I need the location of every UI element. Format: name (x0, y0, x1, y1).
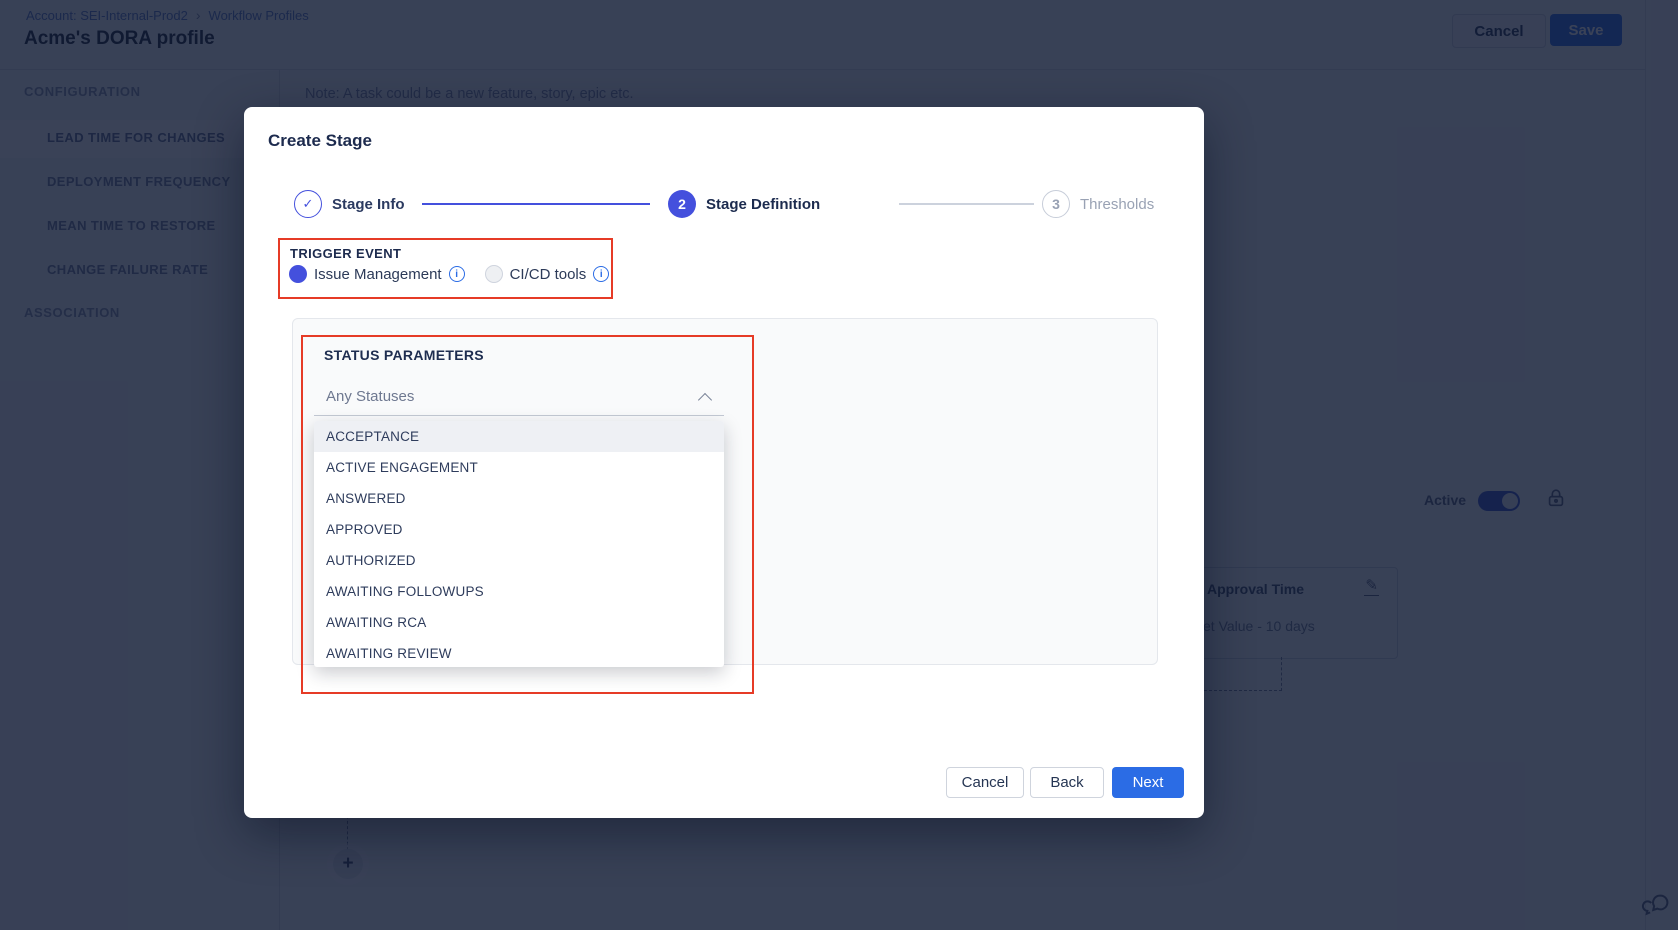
radio-cicd-tools[interactable]: CI/CD tools i (485, 265, 610, 283)
dropdown-option-acceptance[interactable]: ACCEPTANCE (314, 421, 724, 452)
modal-cancel-button[interactable]: Cancel (946, 767, 1024, 798)
dropdown-option-answered[interactable]: ANSWERED (314, 483, 724, 514)
radio-issue-management[interactable]: Issue Management i (289, 265, 465, 283)
chevron-up-icon (698, 393, 712, 407)
dropdown-option-awaiting-rca[interactable]: AWAITING RCA (314, 607, 724, 638)
trigger-event-heading: TRIGGER EVENT (290, 246, 401, 261)
modal-title: Create Stage (268, 131, 372, 151)
step-stage-info[interactable]: ✓ Stage Info (294, 190, 405, 218)
step-stage-definition[interactable]: 2 Stage Definition (668, 190, 820, 218)
dropdown-option-awaiting-review[interactable]: AWAITING REVIEW (314, 638, 724, 667)
dropdown-option-authorized[interactable]: AUTHORIZED (314, 545, 724, 576)
trigger-event-radio-group: Issue Management i CI/CD tools i (289, 265, 609, 283)
info-icon[interactable]: i (449, 266, 465, 282)
step-stage-info-label: Stage Info (332, 196, 405, 213)
radio-selected-icon (289, 265, 307, 283)
stepper-connector-active (422, 203, 650, 205)
statuses-select[interactable]: Any Statuses (314, 379, 724, 416)
modal-next-button[interactable]: Next (1112, 767, 1184, 798)
status-parameters-heading: STATUS PARAMETERS (324, 347, 484, 363)
stepper-connector-inactive (899, 203, 1034, 205)
step-2-badge: 2 (668, 190, 696, 218)
statuses-dropdown: ACCEPTANCE ACTIVE ENGAGEMENT ANSWERED AP… (314, 421, 724, 667)
step-3-badge: 3 (1042, 190, 1070, 218)
create-stage-modal: Create Stage ✓ Stage Info 2 Stage Defini… (244, 107, 1204, 818)
step-stage-definition-label: Stage Definition (706, 196, 820, 213)
radio-cicd-tools-label: CI/CD tools (510, 266, 587, 283)
dropdown-option-approved[interactable]: APPROVED (314, 514, 724, 545)
statuses-select-value: Any Statuses (326, 388, 414, 405)
modal-back-button[interactable]: Back (1030, 767, 1104, 798)
radio-unselected-icon (485, 265, 503, 283)
dropdown-option-awaiting-followups[interactable]: AWAITING FOLLOWUPS (314, 576, 724, 607)
info-icon[interactable]: i (593, 266, 609, 282)
step-check-icon: ✓ (294, 190, 322, 218)
step-thresholds[interactable]: 3 Thresholds (1042, 190, 1154, 218)
screen: Account: SEI-Internal-Prod2 › Workflow P… (0, 0, 1678, 930)
dropdown-option-active-engagement[interactable]: ACTIVE ENGAGEMENT (314, 452, 724, 483)
radio-issue-management-label: Issue Management (314, 266, 442, 283)
step-thresholds-label: Thresholds (1080, 196, 1154, 213)
